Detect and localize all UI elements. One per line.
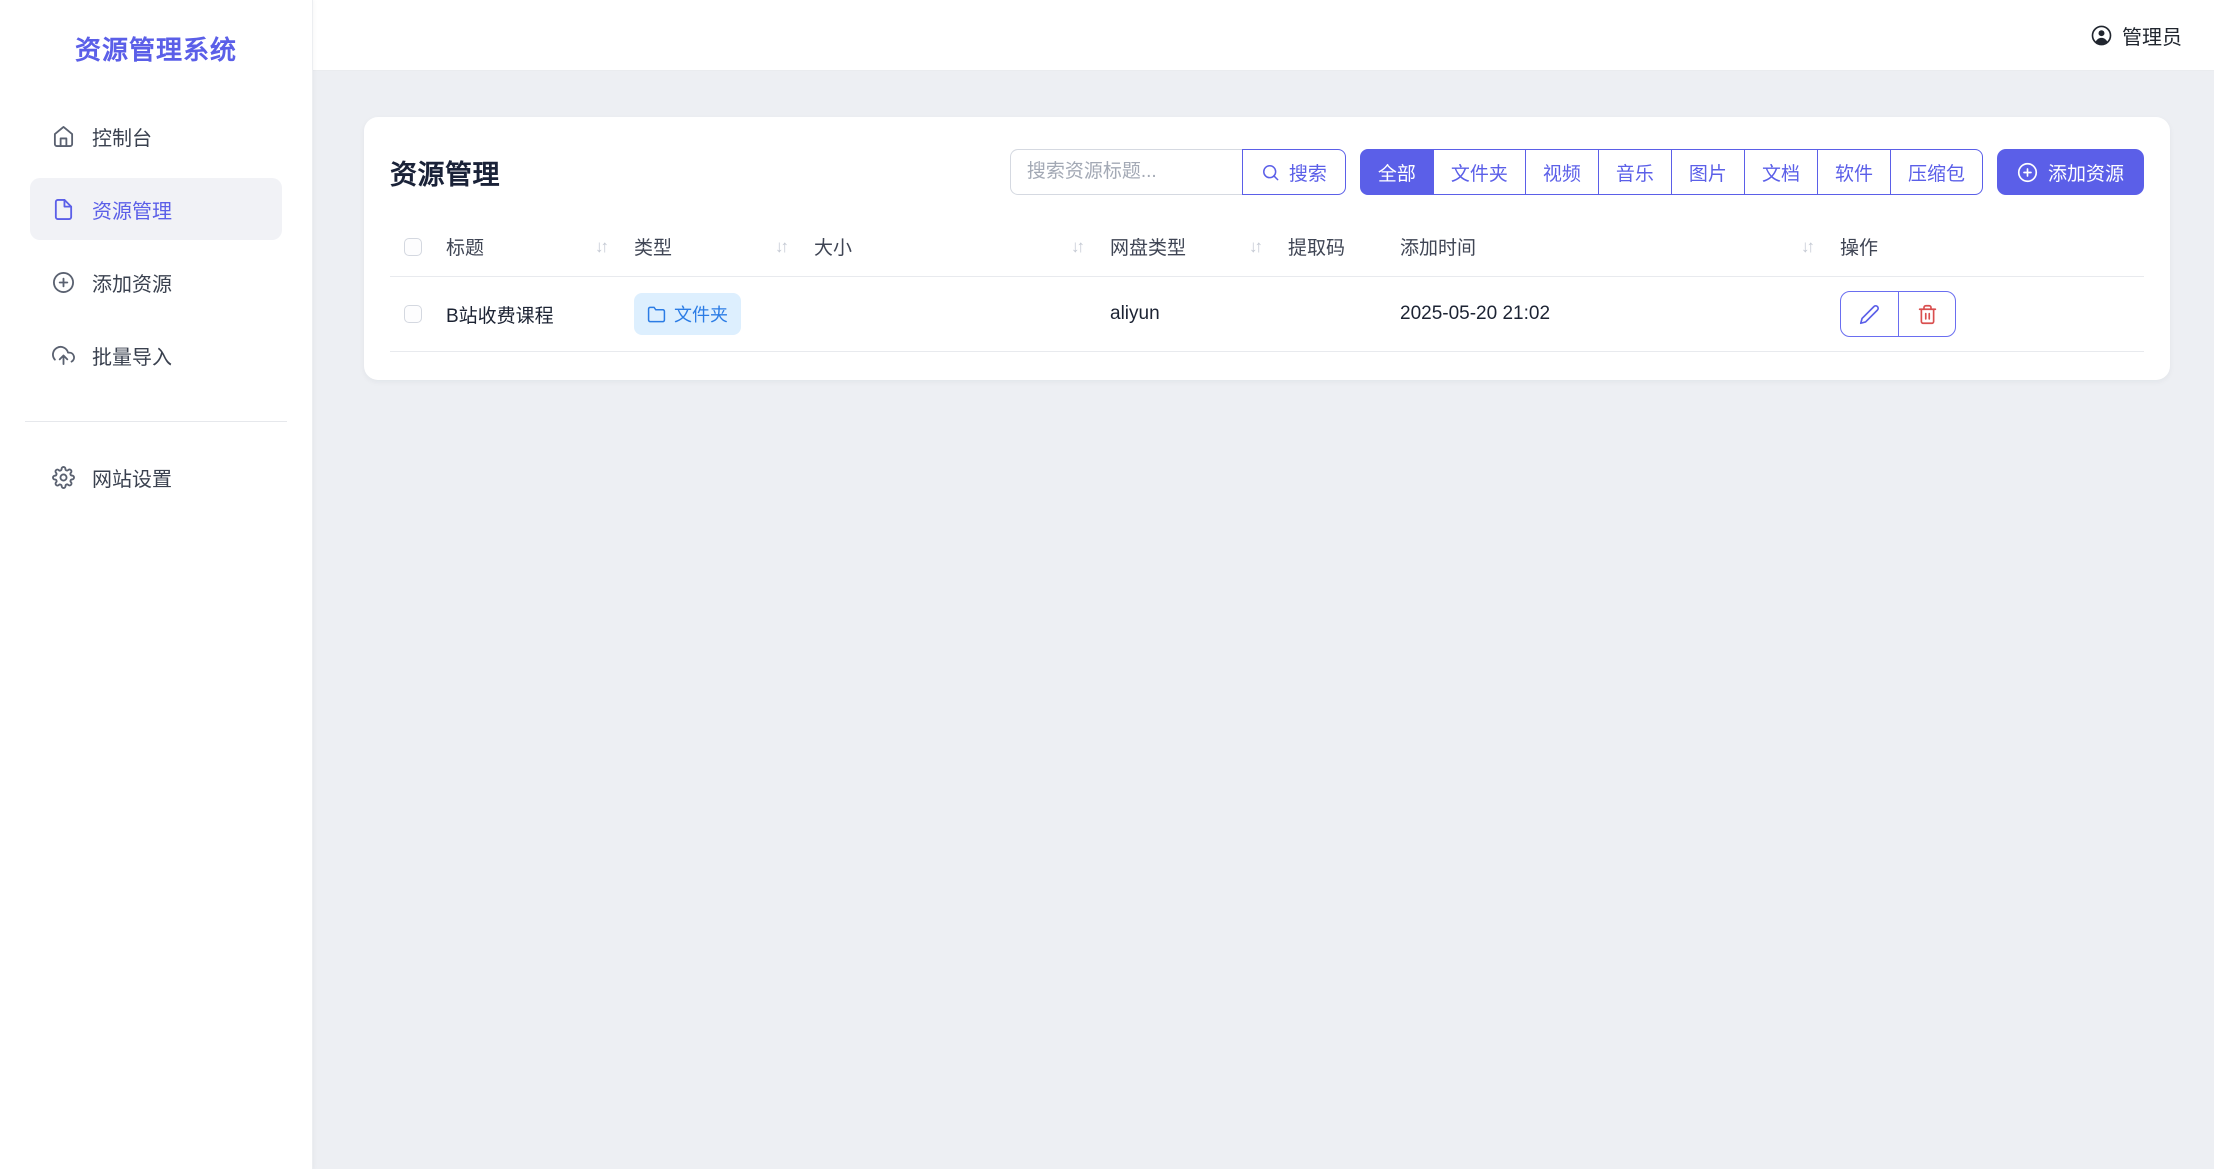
row-actions: [1840, 291, 1956, 337]
filter-tab-folder[interactable]: 文件夹: [1433, 149, 1526, 195]
sidebar-divider: [25, 421, 287, 422]
user-icon: [2090, 24, 2113, 47]
sort-icon[interactable]: ↓↑: [775, 237, 786, 257]
edit-button[interactable]: [1841, 292, 1898, 336]
search-button[interactable]: 搜索: [1242, 149, 1346, 195]
filter-tab-doc[interactable]: 文档: [1744, 149, 1818, 195]
user-name: 管理员: [2122, 21, 2182, 50]
plus-circle-icon: [2017, 162, 2038, 183]
search-input[interactable]: [1010, 149, 1242, 195]
cell-size: [814, 277, 1110, 352]
column-header-disk[interactable]: 网盘类型↓↑: [1110, 233, 1288, 277]
sidebar-item-label: 资源管理: [92, 195, 172, 224]
filter-tab-archive[interactable]: 压缩包: [1890, 149, 1983, 195]
pencil-icon: [1859, 304, 1880, 325]
type-badge: 文件夹: [634, 293, 741, 335]
sort-icon[interactable]: ↓↑: [1249, 237, 1260, 257]
content-area: 资源管理 搜索 全部文件夹视频音乐图片文档软件压缩包 添加资源: [313, 71, 2214, 1169]
column-header-title[interactable]: 标题↓↑: [446, 233, 634, 277]
cell-added-at: 2025-05-20 21:02: [1400, 277, 1840, 352]
filter-tab-image[interactable]: 图片: [1671, 149, 1745, 195]
sort-icon[interactable]: ↓↑: [1801, 237, 1812, 257]
sidebar-item-resources[interactable]: 资源管理: [30, 178, 282, 240]
sidebar-item-label: 批量导入: [92, 341, 172, 370]
column-header-type[interactable]: 类型↓↑: [634, 233, 814, 277]
select-all-checkbox[interactable]: [404, 238, 422, 256]
sidebar-item-dashboard[interactable]: 控制台: [30, 105, 282, 167]
filter-tab-music[interactable]: 音乐: [1598, 149, 1672, 195]
sidebar-item-label: 网站设置: [92, 463, 172, 492]
search-icon: [1261, 163, 1280, 182]
delete-button[interactable]: [1898, 292, 1955, 336]
cell-disk-type: aliyun: [1110, 277, 1288, 352]
user-menu[interactable]: 管理员: [2090, 21, 2182, 50]
row-checkbox[interactable]: [404, 305, 422, 323]
sidebar-item-add[interactable]: 添加资源: [30, 251, 282, 313]
filter-tab-video[interactable]: 视频: [1525, 149, 1599, 195]
cloud-upload-icon: [52, 344, 75, 367]
filter-tabs: 全部文件夹视频音乐图片文档软件压缩包: [1360, 149, 1983, 195]
sidebar-item-import[interactable]: 批量导入: [30, 324, 282, 386]
file-icon: [52, 198, 75, 221]
column-header-actions: 操作: [1840, 233, 2144, 277]
sidebar-item-label: 控制台: [92, 122, 152, 151]
cell-code: [1288, 277, 1400, 352]
app-title: 资源管理系统: [0, 0, 312, 105]
column-header-added[interactable]: 添加时间↓↑: [1400, 233, 1840, 277]
select-all-header: [390, 233, 446, 277]
cell-title: B站收费课程: [446, 277, 634, 352]
sort-icon[interactable]: ↓↑: [1071, 237, 1082, 257]
column-header-size[interactable]: 大小↓↑: [814, 233, 1110, 277]
resource-table: 标题↓↑类型↓↑大小↓↑网盘类型↓↑提取码添加时间↓↑操作 B站收费课程文件夹 a…: [390, 233, 2144, 352]
sidebar-item-settings[interactable]: 网站设置: [30, 446, 282, 508]
topbar: 管理员: [313, 0, 2214, 71]
sidebar-item-label: 添加资源: [92, 268, 172, 297]
column-header-code: 提取码: [1288, 233, 1400, 277]
gear-icon: [52, 466, 75, 489]
table-row: B站收费课程文件夹 aliyun 2025-05-20 21:02: [390, 277, 2144, 352]
sort-icon[interactable]: ↓↑: [595, 237, 606, 257]
filter-tab-software[interactable]: 软件: [1817, 149, 1891, 195]
sidebar: 资源管理系统 控制台资源管理添加资源批量导入 网站设置: [0, 0, 313, 1169]
search-group: 搜索: [1010, 149, 1346, 195]
add-resource-button[interactable]: 添加资源: [1997, 149, 2144, 195]
trash-icon: [1917, 304, 1938, 325]
plus-circle-icon: [52, 271, 75, 294]
folder-icon: [647, 305, 666, 324]
page-title: 资源管理: [390, 153, 500, 192]
resource-card: 资源管理 搜索 全部文件夹视频音乐图片文档软件压缩包 添加资源: [364, 117, 2170, 380]
filter-tab-all[interactable]: 全部: [1360, 149, 1434, 195]
sidebar-nav: 控制台资源管理添加资源批量导入: [0, 105, 312, 397]
home-icon: [52, 125, 75, 148]
sidebar-nav-footer: 网站设置: [0, 446, 312, 519]
